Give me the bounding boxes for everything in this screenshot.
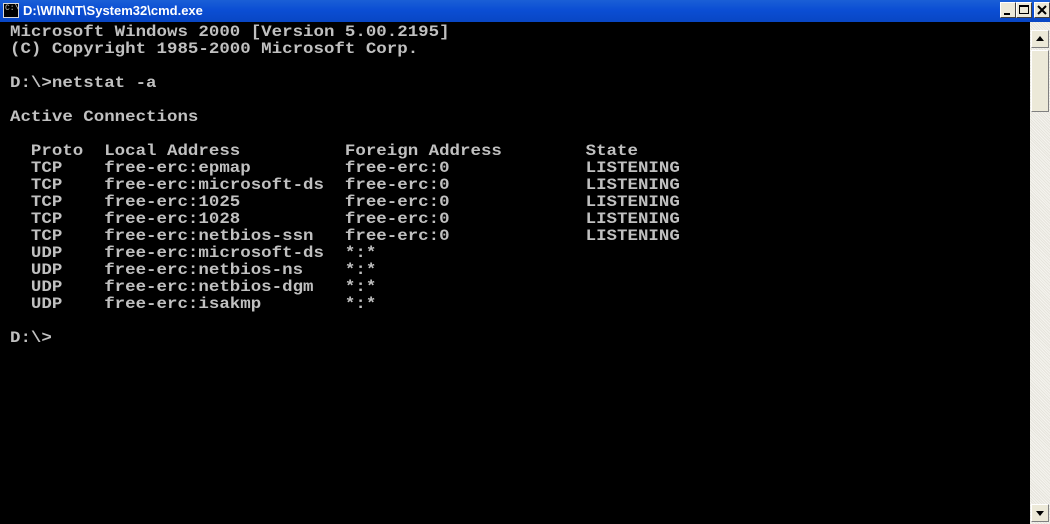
- console-line: Active Connections: [10, 108, 199, 126]
- close-button[interactable]: [1034, 2, 1050, 18]
- console-line: (C) Copyright 1985-2000 Microsoft Corp.: [10, 40, 419, 58]
- scroll-down-button[interactable]: [1031, 504, 1049, 522]
- arrow-up-icon: [1036, 36, 1044, 41]
- console-output[interactable]: Microsoft Windows 2000 [Version 5.00.219…: [10, 24, 1026, 524]
- window-title: D:\WINNT\System32\cmd.exe: [23, 3, 203, 18]
- cmd-window: C:\ D:\WINNT\System32\cmd.exe Microsoft …: [0, 0, 1050, 524]
- console-line: D:\>: [10, 329, 52, 347]
- scroll-up-button[interactable]: [1031, 30, 1049, 48]
- console-line: TCP free-erc:1028 free-erc:0 LISTENING: [10, 210, 680, 228]
- console-line: UDP free-erc:netbios-dgm *:*: [10, 278, 377, 296]
- cmd-icon[interactable]: C:\: [3, 3, 19, 18]
- console-line: D:\>netstat -a: [10, 74, 157, 92]
- console-line: TCP free-erc:epmap free-erc:0 LISTENING: [10, 159, 680, 177]
- console-line: UDP free-erc:microsoft-ds *:*: [10, 244, 377, 262]
- minimize-icon: [1004, 13, 1010, 15]
- maximize-button[interactable]: [1016, 2, 1032, 18]
- maximize-icon: [1019, 5, 1029, 14]
- console-line: TCP free-erc:1025 free-erc:0 LISTENING: [10, 193, 680, 211]
- title-bar[interactable]: C:\ D:\WINNT\System32\cmd.exe: [0, 0, 1050, 22]
- scroll-thumb[interactable]: [1031, 50, 1049, 112]
- arrow-down-icon: [1036, 511, 1044, 516]
- console-line: UDP free-erc:netbios-ns *:*: [10, 261, 377, 279]
- close-icon: [1037, 5, 1047, 15]
- console-line: UDP free-erc:isakmp *:*: [10, 295, 377, 313]
- console-line: TCP free-erc:microsoft-ds free-erc:0 LIS…: [10, 176, 680, 194]
- console-line: Microsoft Windows 2000 [Version 5.00.219…: [10, 24, 450, 41]
- vertical-scrollbar[interactable]: [1030, 22, 1050, 524]
- console-line: TCP free-erc:netbios-ssn free-erc:0 LIST…: [10, 227, 680, 245]
- console-line: Proto Local Address Foreign Address Stat…: [10, 142, 638, 160]
- minimize-button[interactable]: [1000, 2, 1016, 18]
